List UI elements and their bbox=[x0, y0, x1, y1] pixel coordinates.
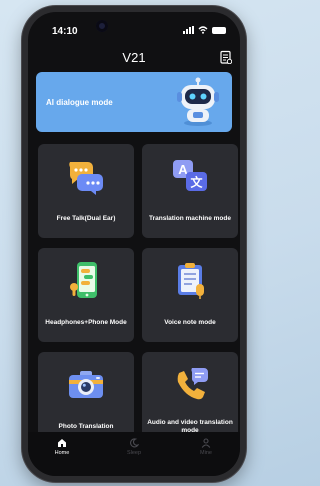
translation-machine-card[interactable]: A 文 Translation machine mode bbox=[142, 144, 238, 238]
phone-chat-icon bbox=[70, 262, 97, 298]
status-bar: 14:10 bbox=[28, 12, 240, 40]
voice-note-label: Voice note mode bbox=[164, 318, 216, 326]
home-icon bbox=[58, 439, 66, 447]
tab-mine-label: Mine bbox=[200, 450, 212, 456]
status-time: 14:10 bbox=[52, 26, 78, 37]
app-header: V21 bbox=[28, 48, 240, 70]
status-icons bbox=[183, 26, 226, 34]
headphones-phone-card[interactable]: Headphones+Phone Mode bbox=[38, 248, 134, 342]
chat-bubbles-icon bbox=[69, 162, 103, 195]
tab-sleep-label: Sleep bbox=[126, 450, 142, 456]
translation-machine-label: Translation machine mode bbox=[149, 214, 231, 222]
tab-home-label: Home bbox=[54, 450, 70, 456]
bottom-tab-bar: Home Sleep Mine bbox=[28, 432, 240, 476]
tab-sleep[interactable]: Sleep bbox=[104, 438, 164, 456]
svg-text:文: 文 bbox=[190, 175, 203, 190]
headphones-phone-label: Headphones+Phone Mode bbox=[45, 318, 127, 326]
tab-home[interactable]: Home bbox=[32, 438, 92, 456]
ai-dialogue-banner[interactable]: AI dialogue mode bbox=[36, 72, 232, 132]
moon-icon bbox=[130, 438, 139, 448]
front-camera bbox=[96, 20, 108, 32]
signal-icon bbox=[183, 26, 194, 34]
wifi-icon bbox=[198, 26, 208, 34]
robot-icon bbox=[177, 77, 219, 126]
clipboard-list-icon[interactable] bbox=[220, 50, 232, 64]
phone-call-icon bbox=[177, 368, 208, 400]
free-talk-card[interactable]: Free Talk(Dual Ear) bbox=[38, 144, 134, 238]
camera-icon bbox=[69, 371, 103, 398]
battery-icon bbox=[212, 26, 226, 34]
free-talk-label: Free Talk(Dual Ear) bbox=[56, 214, 116, 222]
page-title: V21 bbox=[122, 50, 146, 65]
voice-note-card[interactable]: Voice note mode bbox=[142, 248, 238, 342]
app-screen: 14:10 V21 AI dialogue mode Free Talk(Dua… bbox=[28, 12, 240, 476]
clipboard-note-icon bbox=[178, 263, 204, 299]
translate-icon: A 文 bbox=[173, 160, 207, 191]
tab-mine[interactable]: Mine bbox=[176, 438, 236, 456]
person-icon bbox=[201, 438, 211, 448]
banner-label: AI dialogue mode bbox=[46, 98, 113, 107]
phone-frame: 14:10 V21 AI dialogue mode Free Talk(Dua… bbox=[22, 6, 246, 482]
